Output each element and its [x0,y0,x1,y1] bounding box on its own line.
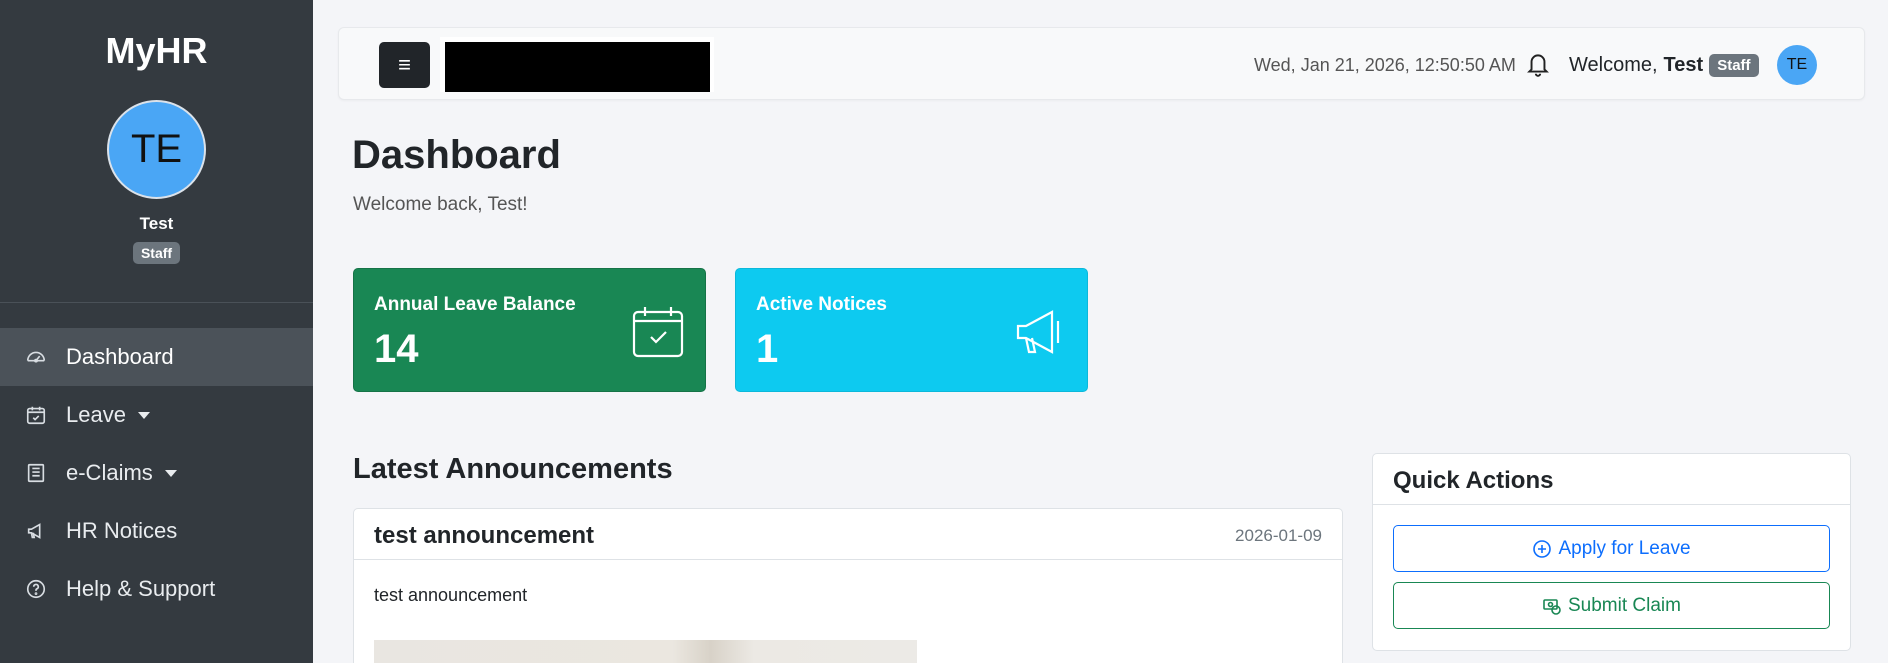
redacted-region [440,37,714,92]
submit-claim-label: Submit Claim [1568,594,1681,616]
current-datetime: Wed, Jan 21, 2026, 12:50:50 AM [1254,55,1516,75]
sidebar-item-eclaims[interactable]: e-Claims [0,444,313,502]
sidebar-role-badge: Staff [132,242,181,264]
calendar-check-icon [631,305,685,359]
question-circle-icon [24,577,48,601]
sidebar-item-label: HR Notices [66,518,178,543]
hamburger-icon: ≡ [398,52,411,77]
announcements-heading: Latest Announcements [353,453,673,485]
stat-card-active-notices[interactable]: Active Notices 1 [735,268,1088,392]
submit-claim-button[interactable]: Submit Claim [1393,582,1830,629]
announcement-body: test announcement [374,585,528,605]
megaphone-icon [1013,305,1067,359]
megaphone-icon [24,519,48,543]
sidebar-item-label: e-Claims [66,460,153,485]
quick-actions-title: Quick Actions [1393,467,1554,494]
quick-actions-card: Quick Actions Apply for Leave Submit Cla… [1372,453,1851,651]
brand-logo[interactable]: MyHR [0,30,313,72]
announcement-date: 2026-01-09 [1235,526,1322,545]
sidebar-item-label: Dashboard [66,344,174,369]
sidebar-item-label: Leave [66,402,126,427]
stat-value: 14 [374,327,419,371]
welcome-message: Welcome, Test Staff [1569,54,1759,77]
stat-card-annual-leave[interactable]: Annual Leave Balance 14 [353,268,706,392]
stat-label: Annual Leave Balance [374,294,576,315]
receipt-icon [24,461,48,485]
chevron-down-icon [137,411,150,419]
sidebar-divider [0,302,313,303]
announcement-title: test announcement [374,522,595,549]
sidebar-item-dashboard[interactable]: Dashboard [0,328,313,386]
page-title: Dashboard [352,133,561,177]
quick-actions-header: Quick Actions [1373,454,1850,505]
bell-icon[interactable] [1525,50,1551,78]
calendar-check-icon [24,403,48,427]
sidebar: MyHR TE Test Staff Dashboard Leave e-Cla… [0,0,313,663]
sidebar-item-help-support[interactable]: Help & Support [0,560,313,618]
sidebar-toggle-button[interactable]: ≡ [379,42,430,88]
top-navbar: ≡ Wed, Jan 21, 2026, 12:50:50 AM Welcome… [338,27,1865,100]
sidebar-nav: Dashboard Leave e-Claims HR Notices Help… [0,328,313,618]
speedometer-icon [24,345,48,369]
apply-for-leave-button[interactable]: Apply for Leave [1393,525,1830,572]
announcement-image [374,640,917,663]
sidebar-item-label: Help & Support [66,576,216,601]
welcome-prefix: Welcome, [1569,54,1658,76]
stat-value: 1 [756,327,779,371]
topbar-role-badge: Staff [1709,54,1759,77]
welcome-user-name: Test [1663,54,1704,76]
plus-circle-icon [1533,539,1552,558]
announcement-card: test announcement 2026-01-09 test announ… [353,508,1343,663]
sidebar-item-hr-notices[interactable]: HR Notices [0,502,313,560]
apply-for-leave-label: Apply for Leave [1558,537,1691,559]
cash-coin-icon [1543,598,1561,615]
announcement-header: test announcement 2026-01-09 [354,509,1342,560]
sidebar-item-leave[interactable]: Leave [0,386,313,444]
sidebar-avatar: TE [107,100,206,199]
chevron-down-icon [164,469,177,477]
user-avatar[interactable]: TE [1777,45,1817,85]
stat-label: Active Notices [756,294,887,315]
sidebar-user-name: Test [139,214,174,233]
page-subtitle: Welcome back, Test! [353,194,528,215]
